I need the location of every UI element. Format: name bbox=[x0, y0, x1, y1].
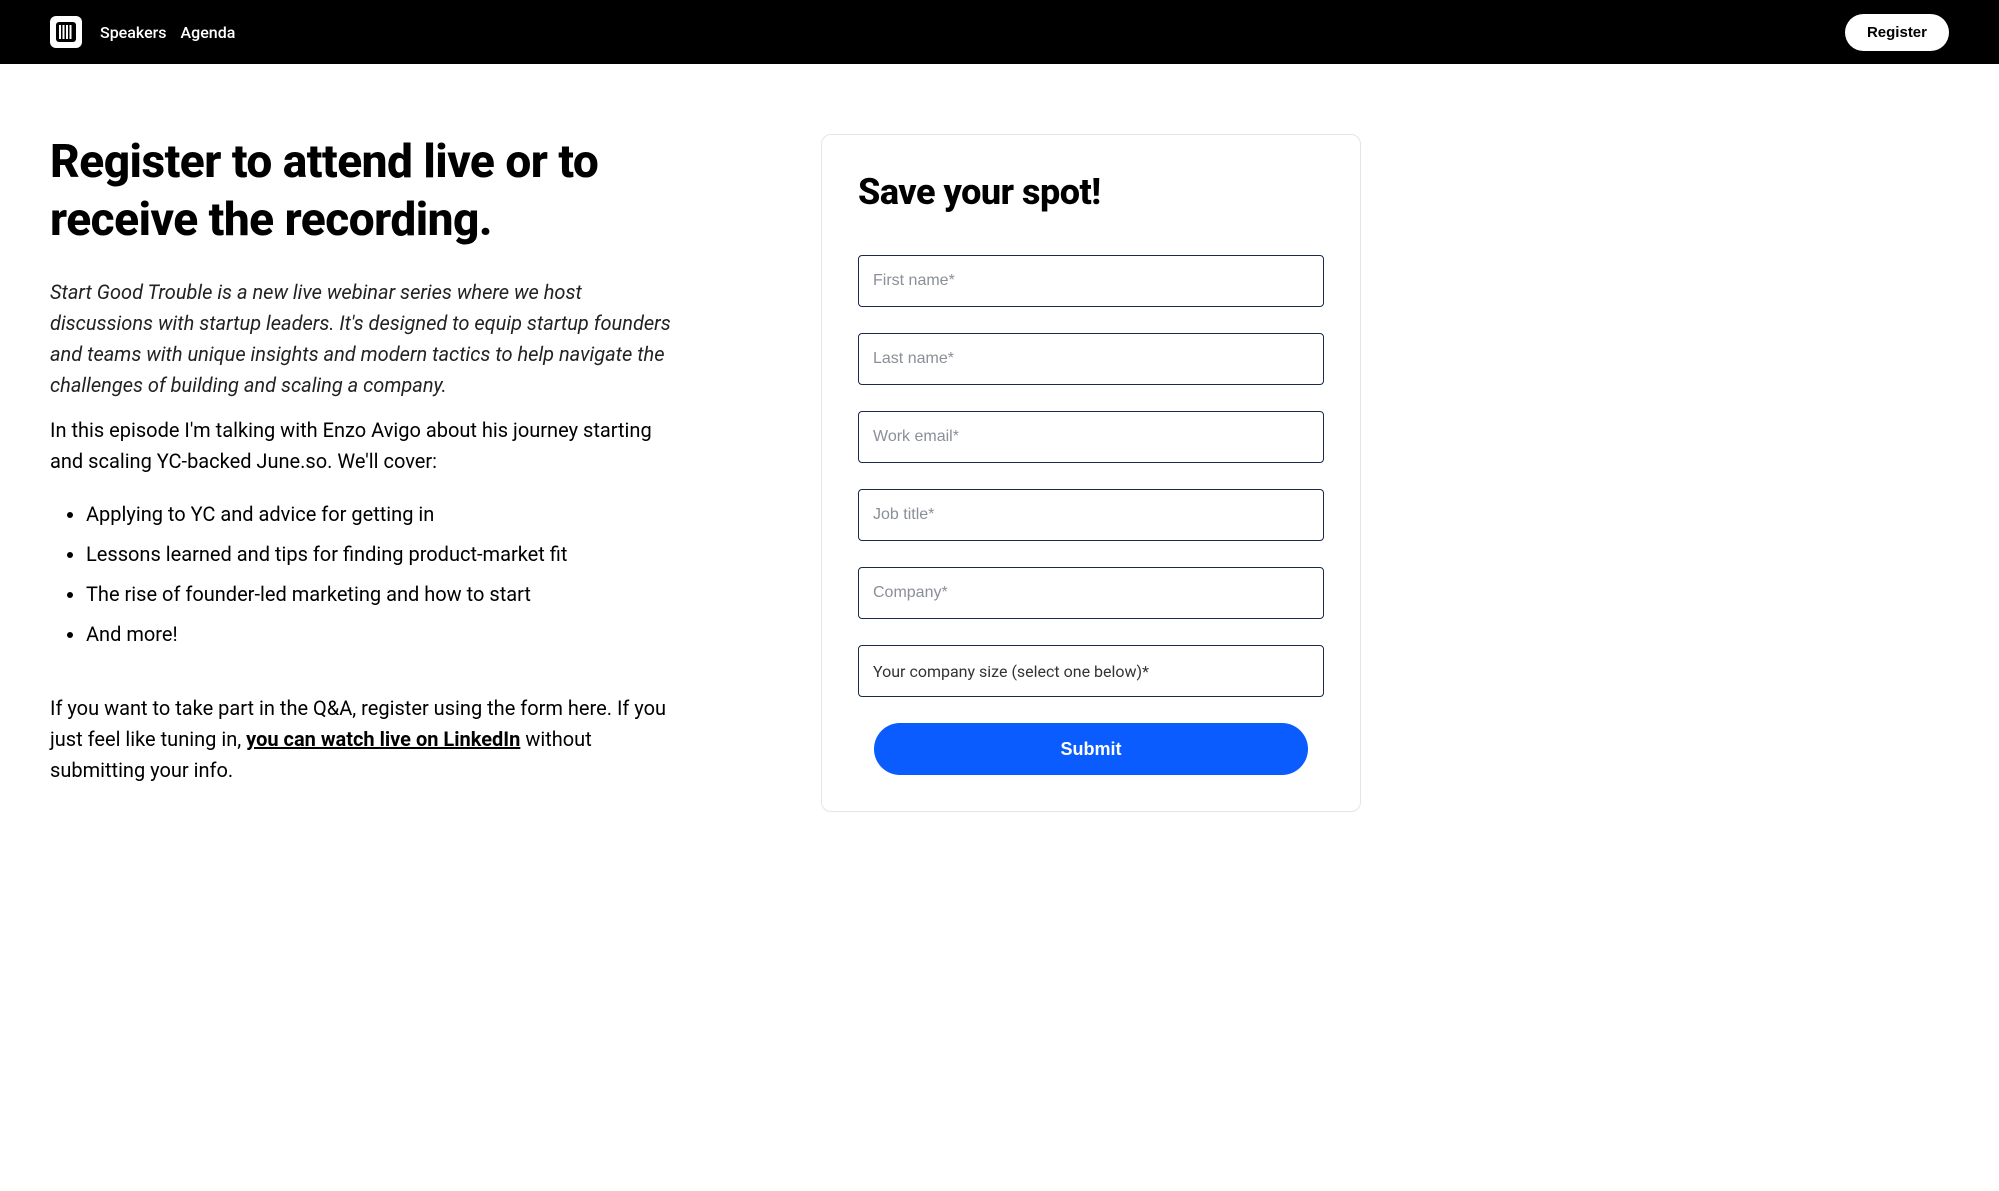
list-item: Lessons learned and tips for finding pro… bbox=[86, 537, 681, 571]
main-content: Register to attend live or to receive th… bbox=[0, 64, 1411, 852]
intro-paragraph: In this episode I'm talking with Enzo Av… bbox=[50, 415, 681, 477]
page-heading: Register to attend live or to receive th… bbox=[50, 134, 681, 249]
left-column: Register to attend live or to receive th… bbox=[50, 134, 681, 812]
company-size-select[interactable]: Your company size (select one below)* bbox=[858, 645, 1324, 697]
register-button[interactable]: Register bbox=[1845, 14, 1949, 51]
closing-paragraph: If you want to take part in the Q&A, reg… bbox=[50, 693, 681, 786]
nav-links: Speakers Agenda bbox=[100, 23, 235, 42]
list-item: And more! bbox=[86, 617, 681, 651]
intro-paragraph-italic: Start Good Trouble is a new live webinar… bbox=[50, 277, 681, 401]
logo-icon[interactable] bbox=[50, 16, 82, 48]
top-navbar: Speakers Agenda Register bbox=[0, 0, 1999, 64]
right-column: Save your spot! Your company size (selec… bbox=[821, 134, 1361, 812]
linkedin-link[interactable]: you can watch live on LinkedIn bbox=[246, 727, 520, 751]
work-email-input[interactable] bbox=[858, 411, 1324, 463]
bullet-list: Applying to YC and advice for getting in… bbox=[50, 497, 681, 651]
list-item: Applying to YC and advice for getting in bbox=[86, 497, 681, 531]
first-name-input[interactable] bbox=[858, 255, 1324, 307]
nav-link-agenda[interactable]: Agenda bbox=[181, 23, 236, 42]
company-size-label: Your company size (select one below)* bbox=[873, 662, 1149, 681]
nav-link-speakers[interactable]: Speakers bbox=[100, 23, 167, 42]
submit-button[interactable]: Submit bbox=[874, 723, 1308, 775]
last-name-input[interactable] bbox=[858, 333, 1324, 385]
company-input[interactable] bbox=[858, 567, 1324, 619]
job-title-input[interactable] bbox=[858, 489, 1324, 541]
nav-left: Speakers Agenda bbox=[50, 16, 235, 48]
list-item: The rise of founder-led marketing and ho… bbox=[86, 577, 681, 611]
form-title: Save your spot! bbox=[858, 171, 1324, 213]
registration-form: Save your spot! Your company size (selec… bbox=[821, 134, 1361, 812]
